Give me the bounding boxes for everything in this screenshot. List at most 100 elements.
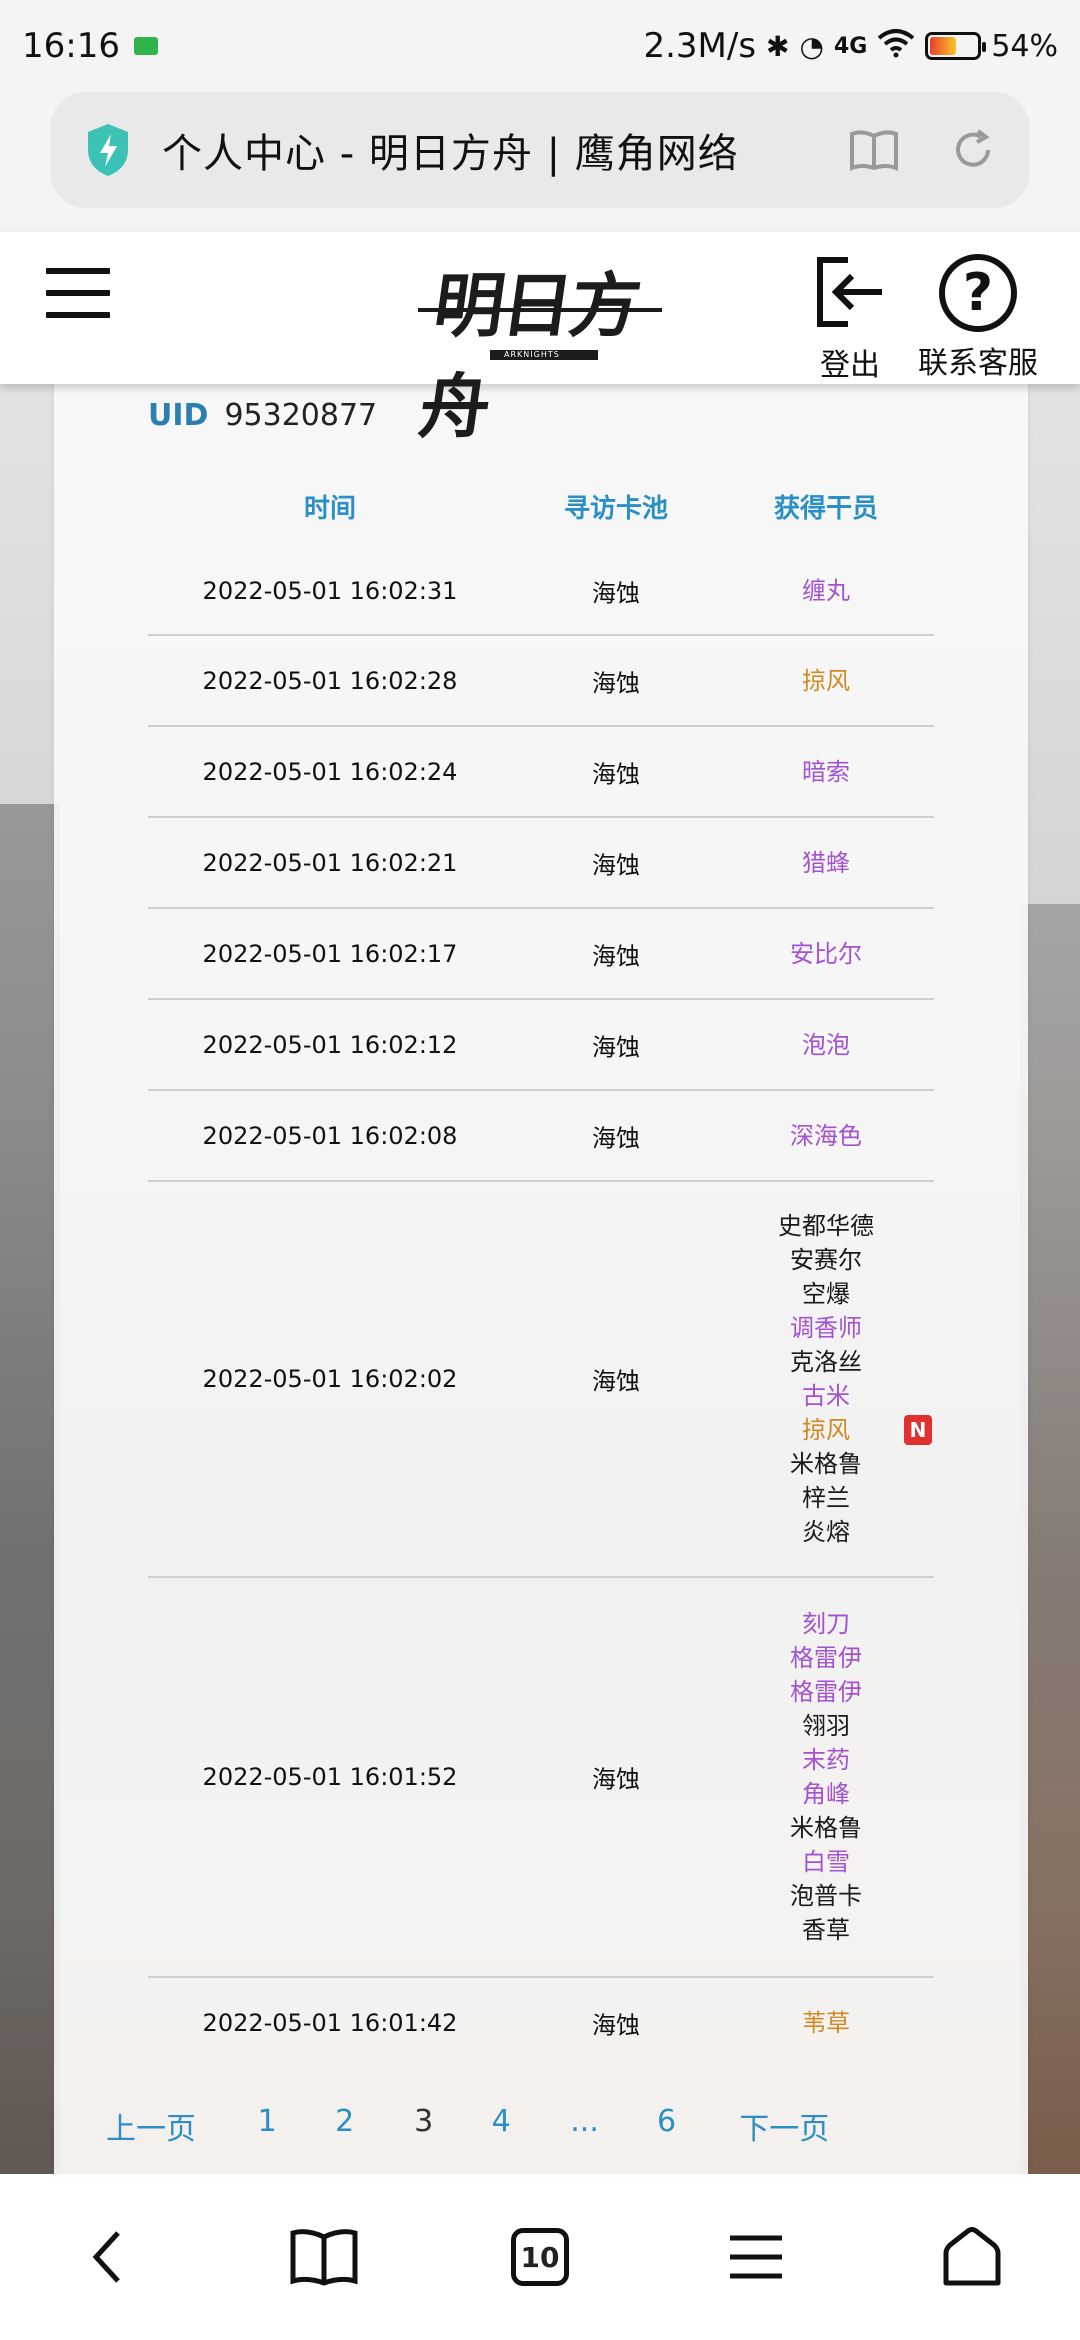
bluetooth-icon: ✱: [766, 29, 790, 63]
browser-toolbar: 个人中心 - 明日方舟 | 鹰角网络: [0, 92, 1080, 232]
secure-shield-icon: [88, 124, 128, 176]
row-time: 2022-05-01 16:01:42: [202, 2009, 458, 2037]
network-speed: 2.3M/s: [643, 26, 757, 66]
row-operators: 暗索: [802, 755, 850, 789]
pager-ellipsis: ...: [570, 2104, 599, 2139]
new-badge: N: [904, 1415, 932, 1445]
tabs-button[interactable]: 10: [500, 2222, 580, 2292]
table-row: 2022-05-01 16:02:08 海蚀 深海色: [148, 1091, 934, 1182]
pager-page[interactable]: 6: [657, 2104, 676, 2139]
operator-name: 角峰: [802, 1780, 850, 1808]
table-row: 2022-05-01 16:02:24 海蚀 暗索: [148, 727, 934, 818]
row-operators: 缠丸: [802, 574, 850, 608]
operator-name: 苇草: [802, 2009, 850, 2037]
operator-name: 调香师: [790, 1314, 862, 1342]
operator-name: 炎熔: [802, 1518, 850, 1546]
tabs-icon: 10: [511, 2228, 569, 2286]
home-button[interactable]: [932, 2222, 1012, 2292]
operator-name: 掠风 N: [778, 1413, 932, 1447]
pager-page[interactable]: 4: [492, 2104, 511, 2139]
operator-name: 古米: [802, 1382, 850, 1410]
operator-name: 梓兰: [802, 1484, 850, 1512]
table-row: 2022-05-01 16:02:28 海蚀 掠风: [148, 636, 934, 727]
pager-page[interactable]: 2: [335, 2104, 354, 2139]
row-time: 2022-05-01 16:02:08: [202, 1121, 458, 1150]
status-bar: 16:16 2.3M/s ✱ ◔ 4G 54%: [0, 0, 1080, 92]
row-operators: 掠风: [802, 664, 850, 698]
row-pool: 海蚀: [592, 1033, 640, 1061]
operator-name: 米格鲁: [790, 1450, 862, 1478]
operator-name: 米格鲁: [790, 1814, 862, 1842]
row-time: 2022-05-01 16:02:12: [202, 1030, 458, 1059]
operator-name: 安赛尔: [790, 1246, 862, 1274]
logout-button[interactable]: 登出: [810, 254, 890, 384]
pager-prev[interactable]: 上一页: [106, 2104, 196, 2148]
pagination: 上一页 1 2 3 4... 6 下一页: [106, 2104, 934, 2154]
row-time: 2022-05-01 16:02:28: [202, 666, 458, 695]
bookmarks-button[interactable]: [284, 2222, 364, 2292]
row-operators: 苇草: [802, 2006, 850, 2040]
table-row: 2022-05-01 16:02:17 海蚀 安比尔: [148, 909, 934, 1000]
row-operators: 安比尔: [790, 937, 862, 971]
page-title[interactable]: 个人中心 - 明日方舟 | 鹰角网络: [162, 121, 818, 179]
operator-name: 猎蜂: [802, 848, 850, 877]
pager-next[interactable]: 下一页: [739, 2104, 829, 2148]
operator-name: 空爆: [802, 1280, 850, 1308]
refresh-icon[interactable]: [950, 127, 996, 173]
operator-name: 泡普卡: [790, 1882, 862, 1910]
menu-icon[interactable]: [46, 268, 110, 318]
network-type: 4G: [833, 33, 868, 59]
table-row: 2022-05-01 16:02:02 海蚀 史都华德安赛尔空爆调香师克洛丝古米掠风…: [148, 1182, 934, 1578]
row-operators: 深海色: [790, 1119, 862, 1153]
table-row: 2022-05-01 16:01:42 海蚀 苇草: [148, 1978, 934, 2068]
table-header: 时间 寻访卡池 获得干员: [148, 488, 934, 536]
row-pool: 海蚀: [592, 1765, 640, 1794]
operator-name: 深海色: [790, 1121, 862, 1150]
row-pool: 海蚀: [592, 579, 640, 608]
table-row: 2022-05-01 16:02:31 海蚀 缠丸: [148, 548, 934, 636]
history-table: 2022-05-01 16:02:31 海蚀 缠丸 2022-05-01 16:02:…: [148, 548, 934, 2068]
gacha-history-card: UID 95320877 时间 寻访卡池 获得干员 2022-05-01 16:…: [54, 384, 1028, 2174]
wifi-icon: [877, 28, 915, 65]
operator-name: 缠丸: [802, 577, 850, 605]
menu-lines-icon: [730, 2235, 782, 2279]
operator-name: 史都华德: [778, 1212, 874, 1240]
column-header-operators: 获得干员: [773, 494, 879, 524]
operator-name: 刻刀: [802, 1610, 850, 1638]
row-pool: 海蚀: [592, 1124, 640, 1152]
row-operators: 泡泡: [802, 1028, 850, 1062]
pager-page: 3: [414, 2104, 434, 2139]
operator-name: 格雷伊: [790, 1644, 862, 1672]
row-operators: 刻刀 格雷伊 格雷伊 翎羽 末药 角峰 米格鲁 白雪 泡普卡 香草: [790, 1607, 862, 1947]
uid-label: UID: [148, 398, 209, 433]
home-icon: [943, 2227, 1001, 2286]
operator-name: 末药: [802, 1746, 850, 1774]
arknights-logo[interactable]: 明日方舟 ARKNIGHTS: [414, 250, 662, 448]
support-label: 联系客服: [918, 346, 1038, 381]
operator-name: 泡泡: [802, 1030, 850, 1059]
back-button[interactable]: [68, 2222, 148, 2292]
pager-page[interactable]: 1: [258, 2104, 277, 2139]
logo-subtitle: ARKNIGHTS: [504, 350, 560, 359]
row-time: 2022-05-01 16:02:31: [202, 577, 458, 605]
row-pool: 海蚀: [592, 669, 640, 697]
logout-icon: [817, 257, 882, 327]
back-icon: [92, 2231, 120, 2283]
row-time: 2022-05-01 16:02:17: [202, 939, 458, 968]
money-notification-icon: [133, 37, 158, 55]
operator-name: 掠风: [802, 666, 850, 695]
menu-button[interactable]: [716, 2222, 796, 2292]
reader-mode-icon[interactable]: [848, 128, 900, 172]
row-pool: 海蚀: [592, 1367, 640, 1396]
operator-name: 白雪: [802, 1848, 850, 1876]
bookmarks-icon: [290, 2229, 358, 2286]
contact-support-button[interactable]: ? 联系客服: [918, 254, 1038, 382]
operator-name: 格雷伊: [790, 1678, 862, 1706]
uid-value: 95320877: [224, 398, 378, 433]
operator-name: 翎羽: [802, 1712, 850, 1740]
operator-name: 克洛丝: [790, 1348, 862, 1376]
row-time: 2022-05-01 16:02:02: [202, 1365, 458, 1393]
table-row: 2022-05-01 16:02:12 海蚀 泡泡: [148, 1000, 934, 1091]
row-operators: 史都华德安赛尔空爆调香师克洛丝古米掠风 N 米格鲁梓兰炎熔: [778, 1209, 932, 1549]
address-bar[interactable]: 个人中心 - 明日方舟 | 鹰角网络: [50, 92, 1030, 208]
